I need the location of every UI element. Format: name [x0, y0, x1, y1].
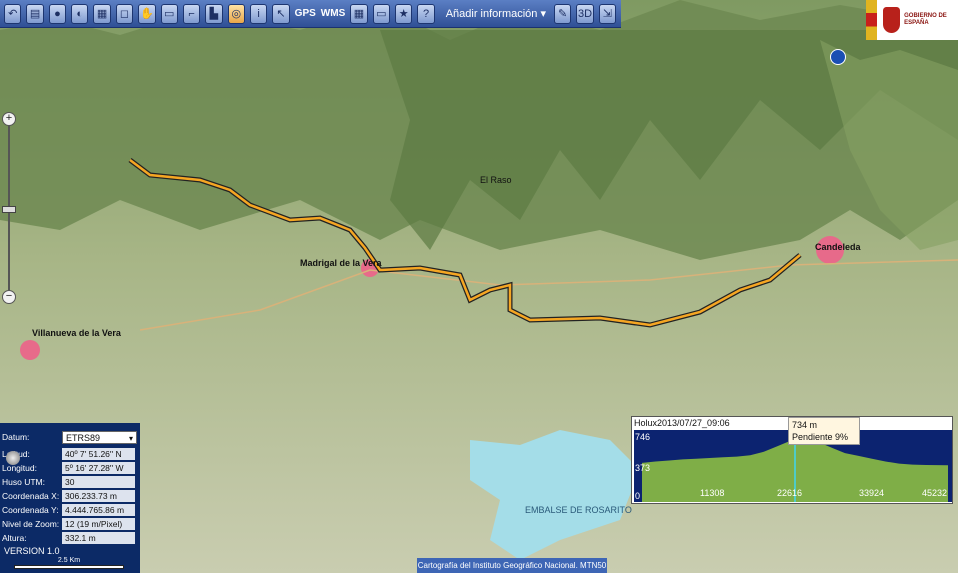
latitude-row: Latitud: 40º 7' 51.26'' N — [2, 447, 140, 461]
datum-label: Datum: — [2, 432, 30, 442]
grid-icon[interactable]: ▦ — [350, 3, 368, 24]
scale-label: 2.5 Km — [57, 557, 81, 564]
zoom-slider-thumb[interactable] — [2, 206, 16, 213]
version-label: VERSION 1.0 — [4, 546, 60, 556]
coord-y-label: Coordenada Y: — [2, 505, 59, 515]
identify-icon[interactable]: ◎ — [227, 3, 245, 24]
star-icon[interactable]: ★ — [394, 3, 413, 24]
back-icon[interactable]: ↶ — [4, 3, 22, 24]
gobierno-logo: GOBIERNO DE ESPAÑA — [866, 0, 958, 40]
pencil-icon[interactable]: ✎ — [553, 3, 572, 24]
scale-bar-graphic — [14, 565, 124, 569]
coord-y-value: 4.444.765.86 m — [62, 504, 135, 516]
zoom-out-button[interactable]: − — [2, 290, 16, 304]
logo-text: GOBIERNO DE ESPAÑA — [904, 13, 947, 26]
flag-band — [866, 0, 877, 40]
globe-icon[interactable]: ● — [48, 3, 67, 24]
add-info-label: Añadir información — [445, 8, 538, 20]
elevation-profile[interactable]: Holux2013/07/27_09:06 746 373 0 11308 22… — [631, 416, 953, 504]
altitude-label: Altura: — [2, 533, 27, 543]
location-marker-icon — [6, 451, 20, 465]
x-tick-1: 11308 — [700, 488, 725, 498]
gps-button[interactable]: GPS — [295, 8, 316, 19]
scale-bar: 2.5 Km — [14, 557, 124, 569]
x-tick-3: 33924 — [859, 488, 885, 498]
datum-row: Datum: ETRS89 — [2, 430, 140, 445]
town-villanueva — [20, 340, 40, 360]
tooltip-slope: Pendiente 9% — [792, 432, 849, 442]
window-icon[interactable]: ▭ — [372, 3, 390, 24]
zoom-control: + − — [2, 112, 16, 304]
attribution: Cartografía del Instituto Geográfico Nac… — [417, 558, 607, 573]
label-villanueva: Villanueva de la Vera — [32, 328, 121, 338]
wms-button[interactable]: WMS — [321, 8, 345, 19]
3d-icon[interactable]: 3D — [576, 3, 594, 24]
longitude-value: 5º 16' 27.28'' W — [62, 462, 135, 474]
coord-x-row: Coordenada X: 306.233.73 m — [2, 489, 140, 503]
zoom-level-row: Nivel de Zoom: 12 (19 m/Pixel) — [2, 517, 140, 531]
pointer-icon[interactable]: ↖ — [272, 3, 290, 24]
y-tick-zero: 0 — [635, 491, 641, 501]
longitude-row: Longitud: 5º 16' 27.28'' W — [2, 461, 140, 475]
main-toolbar: ↶ ▤ ● ◐ ▦ ◻ ✋ ▭ ⌐ ▙ ◎ i ↖ GPS WMS ▦ ▭ ★ … — [0, 0, 621, 28]
add-info-dropdown[interactable]: Añadir información ▾ — [446, 7, 546, 20]
coord-y-row: Coordenada Y: 4.444.765.86 m — [2, 503, 140, 517]
layers-icon[interactable]: ▤ — [26, 3, 44, 24]
huso-row: Huso UTM: 30 — [2, 475, 140, 489]
measure-icon[interactable]: ▭ — [160, 3, 178, 24]
map-view-icon[interactable]: ▦ — [93, 3, 111, 24]
label-candeleda: Candeleda — [815, 242, 861, 252]
info-icon[interactable]: i — [249, 3, 268, 24]
x-tick-4: 45232 — [922, 488, 948, 498]
tooltip-altitude: 734 m — [792, 420, 818, 430]
coat-of-arms-icon — [882, 7, 901, 33]
profile-title: Holux2013/07/27_09:06 — [634, 418, 730, 428]
huso-value: 30 — [62, 476, 135, 488]
y-tick-mid: 373 — [635, 463, 651, 473]
pan-hand-icon[interactable]: ✋ — [138, 3, 156, 24]
zoom-level-value: 12 (19 m/Pixel) — [62, 518, 135, 530]
direction-icon[interactable] — [830, 49, 846, 65]
coord-x-value: 306.233.73 m — [62, 490, 135, 502]
export-icon[interactable]: ⇲ — [598, 3, 617, 24]
label-embalse: EMBALSE DE ROSARITO — [525, 505, 632, 515]
latitude-value: 40º 7' 51.26'' N — [62, 448, 135, 460]
altitude-value: 332.1 m — [62, 532, 135, 544]
zoom-in-button[interactable]: + — [2, 112, 16, 126]
profile-tooltip: 734 m Pendiente 9% — [788, 417, 860, 445]
coord-x-label: Coordenada X: — [2, 491, 60, 501]
zoom-box-icon[interactable]: ◻ — [115, 3, 134, 24]
distance-icon[interactable]: ⌐ — [182, 3, 201, 24]
huso-label: Huso UTM: — [2, 477, 45, 487]
altitude-row: Altura: 332.1 m — [2, 531, 140, 545]
zoom-level-label: Nivel de Zoom: — [2, 519, 60, 529]
label-el-raso: El Raso — [480, 175, 512, 185]
y-tick-max: 746 — [635, 432, 651, 442]
label-madrigal: Madrigal de la Vera — [300, 258, 382, 268]
sphere-icon[interactable]: ◐ — [71, 3, 89, 24]
x-tick-2: 22616 — [777, 488, 803, 498]
help-icon[interactable]: ? — [417, 3, 435, 24]
area-icon[interactable]: ▙ — [205, 3, 223, 24]
datum-select[interactable]: ETRS89 — [62, 430, 137, 445]
